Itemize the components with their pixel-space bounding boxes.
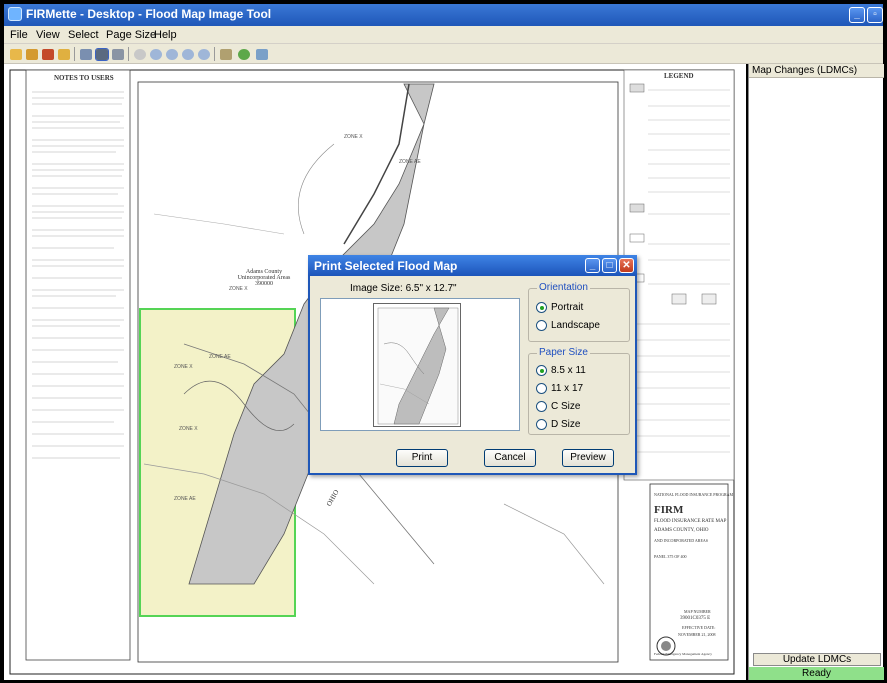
refresh-icon[interactable]: [78, 46, 94, 62]
paper-11x17-radio[interactable]: 11 x 17: [536, 383, 583, 394]
legend-title: LEGEND: [664, 72, 694, 80]
map-changes-panel: Map Changes (LDMCs) Update LDMCs Ready: [748, 64, 884, 680]
minimize-icon[interactable]: _: [585, 258, 600, 273]
minimize-icon[interactable]: _: [849, 7, 865, 23]
landscape-radio[interactable]: Landscape: [536, 320, 600, 331]
zoom-extent-icon[interactable]: [180, 46, 196, 62]
print-button[interactable]: Print: [396, 449, 448, 467]
app-icon: [8, 7, 22, 21]
preview-button[interactable]: Preview: [562, 449, 614, 467]
radio-indicator: [536, 419, 547, 430]
menu-bar: File View Select Page Size Help: [4, 26, 883, 44]
dialog-title: Print Selected Flood Map: [314, 259, 458, 273]
menu-page-size[interactable]: Page Size: [106, 29, 156, 41]
firm-program: NATIONAL FLOOD INSURANCE PROGRAM: [654, 492, 734, 497]
layers-icon[interactable]: [218, 46, 234, 62]
area-label: Adams County Unincorporated Areas 390000: [237, 269, 291, 287]
firm-areas: AND INCORPORATED AREAS: [654, 538, 709, 543]
zoom-in-icon[interactable]: [148, 46, 164, 62]
print-preview-area: [320, 298, 520, 431]
zone-label: ZONE X: [179, 426, 198, 432]
toolbar-separator: [214, 47, 215, 61]
dialog-title-bar[interactable]: Print Selected Flood Map _ □ ✕: [308, 255, 637, 276]
zoom-out-icon[interactable]: [164, 46, 180, 62]
zone-label: ZONE X: [174, 364, 193, 370]
paper-c-size-radio[interactable]: C Size: [536, 401, 580, 412]
export-icon[interactable]: [40, 46, 56, 62]
effective-label: EFFECTIVE DATE:: [682, 625, 716, 630]
preview-thumbnail: [377, 307, 459, 425]
paper-11x17-label: 11 x 17: [551, 383, 584, 394]
copy-icon[interactable]: [56, 46, 72, 62]
paper-8x11-label: 8.5 x 11: [551, 365, 586, 376]
preview-page: [373, 303, 461, 427]
paper-c-size-label: C Size: [551, 401, 581, 412]
restore-icon[interactable]: ▫: [867, 7, 883, 23]
firm-panel: PANEL 375 OF 400: [654, 554, 687, 559]
portrait-radio[interactable]: Portrait: [536, 302, 583, 313]
close-icon[interactable]: ✕: [619, 258, 634, 273]
zone-label: ZONE AE: [209, 354, 231, 360]
zoom-previous-icon[interactable]: [196, 46, 212, 62]
toolbar-separator: [128, 47, 129, 61]
paper-d-size-label: D Size: [551, 419, 581, 430]
firm-county: ADAMS COUNTY, OHIO: [654, 528, 709, 533]
radio-indicator: [536, 383, 547, 394]
save-icon[interactable]: [24, 46, 40, 62]
zone-label: ZONE X: [344, 134, 363, 140]
zone-label: ZONE AE: [174, 496, 196, 502]
panel-header: Map Changes (LDMCs): [749, 64, 884, 78]
map-number: 39001C0375 E: [680, 616, 711, 621]
landscape-label: Landscape: [551, 320, 600, 331]
paper-d-size-radio[interactable]: D Size: [536, 419, 580, 430]
agency-name: Federal Emergency Management Agency: [654, 652, 712, 656]
print-dialog: Print Selected Flood Map _ □ ✕ Image Siz…: [308, 255, 637, 475]
menu-view[interactable]: View: [36, 29, 60, 41]
map-number-label: MAP NUMBER: [684, 609, 711, 614]
print-preview-icon[interactable]: [110, 46, 126, 62]
menu-file[interactable]: File: [10, 29, 28, 41]
status-bar: Ready: [749, 667, 884, 680]
zone-label: ZONE X: [229, 286, 248, 292]
settings-icon[interactable]: [236, 46, 252, 62]
cancel-button[interactable]: Cancel: [484, 449, 536, 467]
firm-subtitle: FLOOD INSURANCE RATE MAP: [654, 519, 727, 524]
radio-indicator: [536, 302, 547, 313]
notes-title: NOTES TO USERS: [54, 74, 114, 82]
open-icon[interactable]: [8, 46, 24, 62]
zone-label: ZONE AE: [399, 159, 421, 165]
paper-8x11-radio[interactable]: 8.5 x 11: [536, 365, 586, 376]
menu-help[interactable]: Help: [154, 29, 177, 41]
window-title: FIRMette - Desktop - Flood Map Image Too…: [26, 7, 272, 21]
toolbar: [4, 44, 883, 64]
radio-indicator: [536, 365, 547, 376]
menu-select[interactable]: Select: [68, 29, 99, 41]
effective-date: NOVEMBER 21, 2008: [678, 632, 716, 637]
orientation-label: Orientation: [537, 282, 590, 293]
close-map-icon[interactable]: [254, 46, 270, 62]
portrait-label: Portrait: [551, 302, 584, 313]
update-ldmcs-button[interactable]: Update LDMCs: [753, 653, 881, 666]
pan-icon[interactable]: [132, 46, 148, 62]
firm-heading: FIRM: [654, 504, 684, 516]
image-size-label: Image Size: 6.5" x 12.7": [350, 283, 457, 294]
radio-indicator: [536, 320, 547, 331]
toolbar-separator: [74, 47, 75, 61]
application-window: FIRMette - Desktop - Flood Map Image Too…: [0, 0, 887, 683]
title-bar[interactable]: FIRMette - Desktop - Flood Map Image Too…: [4, 4, 883, 26]
paper-size-label: Paper Size: [537, 347, 590, 358]
orientation-group: Orientation: [528, 282, 630, 342]
radio-indicator: [536, 401, 547, 412]
maximize-icon[interactable]: □: [602, 258, 617, 273]
print-icon[interactable]: [94, 46, 110, 62]
